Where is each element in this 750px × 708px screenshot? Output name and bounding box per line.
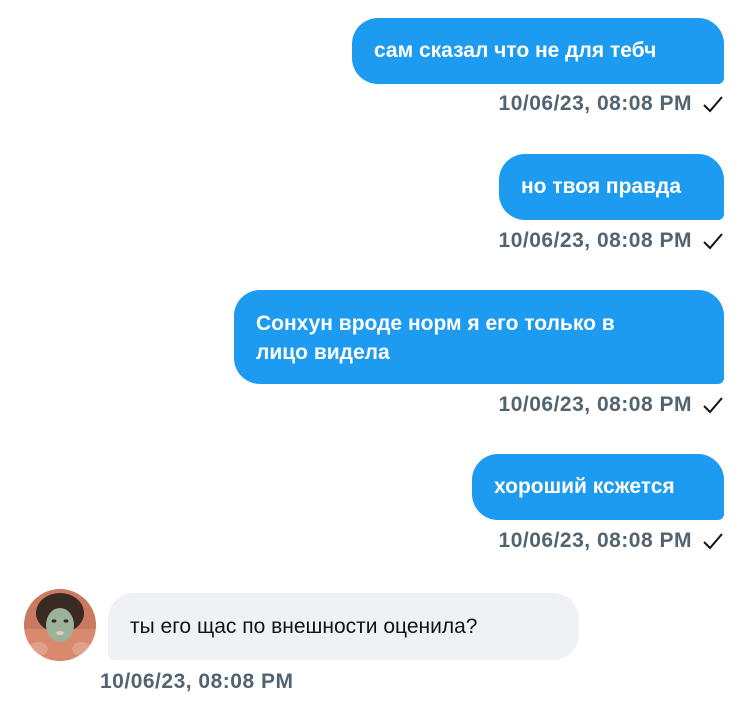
message-bubble-outgoing[interactable]: хороший ксжется <box>472 454 724 520</box>
message-bubble-outgoing[interactable]: Сонхун вроде норм я его только в лицо ви… <box>234 290 724 384</box>
message-timestamp: 10/06/23, 08:08 PM <box>100 670 294 693</box>
message-timestamp: 10/06/23, 08:08 PM <box>498 92 692 115</box>
avatar-image <box>24 589 96 661</box>
check-icon <box>703 397 723 414</box>
message-bubble-outgoing[interactable]: но твоя правда <box>499 154 724 220</box>
message-bubble-incoming[interactable]: ты его щас по внешности оценила? <box>108 593 579 660</box>
message-timestamp: 10/06/23, 08:08 PM <box>498 393 692 416</box>
message-timestamp-row: 10/06/23, 08:08 PM <box>499 92 724 116</box>
message-timestamp-row: 10/06/23, 08:08 PM <box>499 529 724 553</box>
message-bubble-outgoing[interactable]: сам сказал что не для тебч <box>352 18 724 84</box>
avatar[interactable] <box>24 589 96 661</box>
message-timestamp-row: 10/06/23, 08:08 PM <box>499 229 724 253</box>
message-timestamp-row: 10/06/23, 08:08 PM <box>499 393 724 417</box>
check-icon <box>703 233 723 250</box>
message-timestamp-row: 10/06/23, 08:08 PM <box>100 670 293 694</box>
check-icon <box>703 533 723 550</box>
message-timestamp: 10/06/23, 08:08 PM <box>498 529 692 552</box>
message-timestamp: 10/06/23, 08:08 PM <box>498 229 692 252</box>
check-icon <box>703 96 723 113</box>
